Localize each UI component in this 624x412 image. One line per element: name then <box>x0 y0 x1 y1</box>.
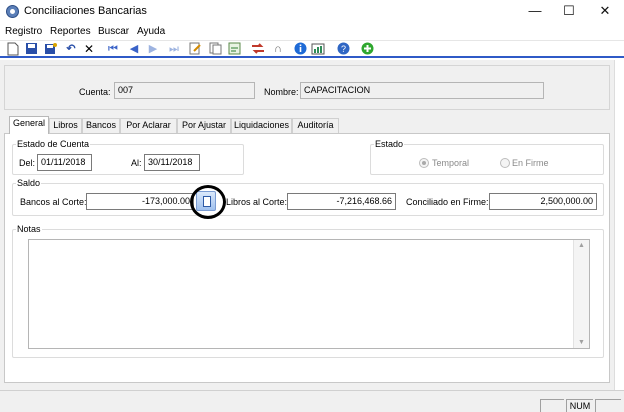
minimize-button[interactable]: — <box>518 0 552 23</box>
estado-title: Estado <box>374 139 405 149</box>
tab-auditoria[interactable]: Auditoría <box>292 118 339 133</box>
scroll-down-arrow-icon[interactable]: ▼ <box>574 339 589 346</box>
bancos-al-corte-field[interactable]: -173,000.00 <box>86 193 194 210</box>
notas-scrollbar[interactable]: ▲ ▼ <box>573 240 589 348</box>
del-date-field[interactable]: 01/11/2018 <box>37 154 92 171</box>
highlight-circle-annotation <box>190 185 226 219</box>
status-panel-end <box>595 399 621 412</box>
last-record-icon[interactable]: ⏭ <box>167 42 181 56</box>
scroll-up-arrow-icon[interactable]: ▲ <box>574 242 589 249</box>
window-edge <box>614 60 624 390</box>
tab-por-ajustar[interactable]: Por Ajustar <box>177 118 231 133</box>
transfer-icon[interactable] <box>251 42 265 56</box>
conciliado-en-firme-field[interactable]: 2,500,000.00 <box>489 193 597 210</box>
edit-icon[interactable] <box>188 42 202 56</box>
tab-bancos[interactable]: Bancos <box>82 118 120 133</box>
first-record-icon[interactable]: ⏮ <box>106 42 120 56</box>
menu-registro[interactable]: Registro <box>5 26 42 37</box>
saldo-title: Saldo <box>16 178 42 188</box>
tab-por-aclarar[interactable]: Por Aclarar <box>120 118 177 133</box>
menu-ayuda[interactable]: Ayuda <box>137 26 165 37</box>
app-icon <box>6 5 19 18</box>
menu-reportes[interactable]: Reportes <box>50 26 91 37</box>
menu-buscar[interactable]: Buscar <box>98 26 129 37</box>
bancos-al-corte-label: Bancos al Corte: <box>20 197 87 207</box>
menu-bar: Registro Reportes Buscar Ayuda <box>0 24 624 40</box>
nombre-label: Nombre: <box>264 87 299 97</box>
svg-text:?: ? <box>341 44 346 54</box>
conciliado-en-firme-label: Conciliado en Firme: <box>406 197 489 207</box>
notas-textarea[interactable] <box>28 239 590 349</box>
close-button[interactable]: ✕ <box>588 0 622 23</box>
temporal-label: Temporal <box>432 158 470 168</box>
del-label: Del: <box>19 158 36 168</box>
previous-record-icon[interactable]: ◀ <box>127 42 141 56</box>
window-title: Conciliaciones Bancarias <box>24 5 147 17</box>
cuenta-label: Cuenta: <box>79 87 111 97</box>
info-icon[interactable] <box>293 42 307 56</box>
nombre-field: CAPACITACION <box>300 82 544 99</box>
add-icon[interactable] <box>360 42 374 56</box>
refresh-icon[interactable]: ∩ <box>271 42 285 56</box>
save-icon[interactable] <box>24 42 38 56</box>
report-icon[interactable] <box>311 42 325 56</box>
maximize-button[interactable]: ☐ <box>552 0 586 23</box>
undo-icon[interactable]: ↶ <box>64 42 78 56</box>
export-icon[interactable] <box>227 42 241 56</box>
delete-icon[interactable]: ✕ <box>82 42 96 56</box>
temporal-radio[interactable] <box>419 158 429 168</box>
num-lock-indicator: NUM <box>566 399 593 412</box>
estado-group <box>370 144 604 175</box>
new-icon[interactable] <box>6 42 20 56</box>
title-bar: Conciliaciones Bancarias — ☐ ✕ <box>0 0 624 23</box>
help-icon[interactable]: ? <box>336 42 350 56</box>
cuenta-field: 007 <box>114 82 255 99</box>
en-firme-radio[interactable] <box>500 158 510 168</box>
status-bar <box>0 390 624 412</box>
status-panel <box>540 399 564 412</box>
tab-general[interactable]: General <box>9 116 49 134</box>
libros-al-corte-label: Libros al Corte: <box>226 197 288 207</box>
al-label: Al: <box>131 158 142 168</box>
libros-al-corte-field[interactable]: -7,216,468.66 <box>287 193 396 210</box>
tab-liquidaciones[interactable]: Liquidaciones <box>231 118 292 133</box>
en-firme-label: En Firme <box>512 158 549 168</box>
toolbar: ↶ ✕ ⏮ ◀ ▶ ⏭ ∩ ? <box>0 40 624 58</box>
next-record-icon[interactable]: ▶ <box>146 42 160 56</box>
copy-document-icon[interactable] <box>208 42 222 56</box>
notas-title: Notas <box>16 224 42 234</box>
al-date-field[interactable]: 30/11/2018 <box>144 154 200 171</box>
tab-libros[interactable]: Libros <box>49 118 82 133</box>
estado-de-cuenta-title: Estado de Cuenta <box>16 139 91 149</box>
save-as-icon[interactable] <box>43 42 57 56</box>
